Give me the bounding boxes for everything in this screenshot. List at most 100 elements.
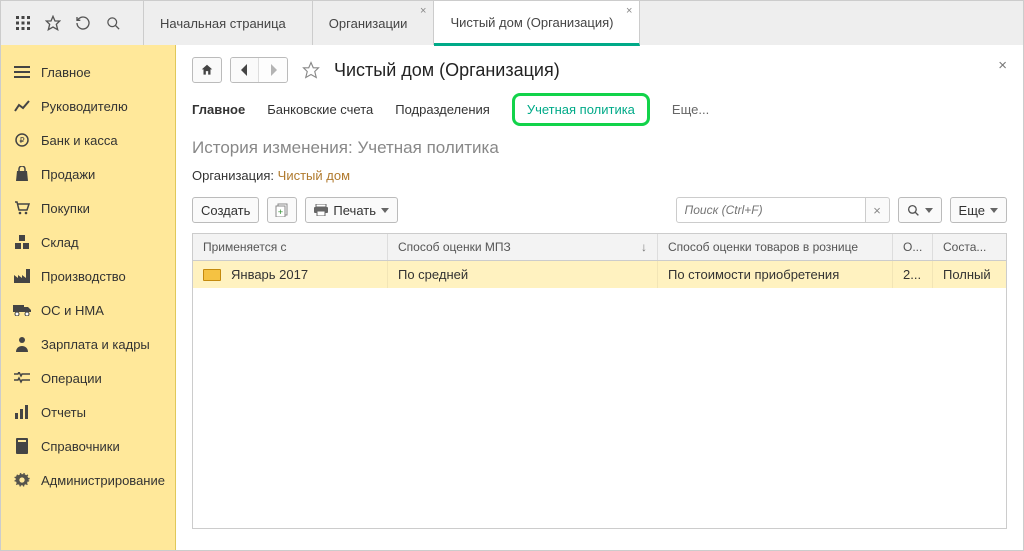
- subtab-main[interactable]: Главное: [192, 102, 245, 117]
- top-icon-row: [1, 15, 135, 31]
- sidebar-item-manager[interactable]: Руководителю: [1, 89, 175, 123]
- tab-label: Начальная страница: [160, 16, 286, 31]
- create-button[interactable]: Создать: [192, 197, 259, 223]
- chevron-down-icon: [990, 208, 998, 213]
- sidebar-item-assets[interactable]: ОС и НМА: [1, 293, 175, 327]
- tab-label: Организации: [329, 16, 408, 31]
- cell-mpz: По средней: [388, 261, 658, 288]
- cell-o: 2...: [893, 261, 933, 288]
- home-button[interactable]: [192, 57, 222, 83]
- cell-retail: По стоимости приобретения: [658, 261, 893, 288]
- col-retail-header[interactable]: Способ оценки товаров в рознице: [658, 234, 893, 260]
- subtab-bank-accounts[interactable]: Банковские счета: [267, 102, 373, 117]
- table-empty-area: [193, 288, 1006, 528]
- coin-icon: ₽: [13, 131, 31, 149]
- apps-icon[interactable]: [15, 15, 31, 31]
- chart-icon: [13, 97, 31, 115]
- more-button[interactable]: Еще: [950, 197, 1007, 223]
- subtab-row: Главное Банковские счета Подразделения У…: [192, 93, 1007, 126]
- bars-icon: [13, 403, 31, 421]
- person-icon: [13, 335, 31, 353]
- main-header: Чистый дом (Организация): [192, 57, 1007, 83]
- sidebar-item-hr[interactable]: Зарплата и кадры: [1, 327, 175, 361]
- subtab-accounting-policy[interactable]: Учетная политика: [512, 93, 650, 126]
- bag-icon: [13, 165, 31, 183]
- sidebar-item-label: Производство: [41, 269, 126, 284]
- copy-button[interactable]: +: [267, 197, 297, 223]
- print-button-label: Печать: [333, 203, 376, 218]
- top-bar: Начальная страница Организации × Чистый …: [1, 1, 1023, 45]
- tab-strip: Начальная страница Организации × Чистый …: [143, 1, 640, 45]
- back-button[interactable]: [231, 58, 259, 82]
- boxes-icon: [13, 233, 31, 251]
- sidebar-item-label: Главное: [41, 65, 91, 80]
- clear-search-button[interactable]: ×: [866, 197, 890, 223]
- svg-text:+: +: [278, 207, 283, 217]
- favorite-star-icon[interactable]: [302, 61, 320, 79]
- sidebar-item-label: Покупки: [41, 201, 90, 216]
- sidebar-item-label: Отчеты: [41, 405, 86, 420]
- organization-value[interactable]: Чистый дом: [278, 168, 350, 183]
- cell-sost: Полный: [933, 261, 1006, 288]
- col-mpz-label: Способ оценки МПЗ: [398, 240, 511, 254]
- chevron-down-icon: [925, 208, 933, 213]
- search-icon[interactable]: [105, 15, 121, 31]
- sidebar-item-label: Справочники: [41, 439, 120, 454]
- menu-icon: [13, 63, 31, 81]
- organization-line: Организация: Чистый дом: [192, 168, 1007, 183]
- table-row[interactable]: Январь 2017 По средней По стоимости прио…: [193, 261, 1006, 288]
- close-panel-icon[interactable]: ×: [998, 57, 1007, 74]
- sidebar-item-bank[interactable]: ₽ Банк и касса: [1, 123, 175, 157]
- close-icon[interactable]: ×: [626, 6, 632, 17]
- sidebar-item-sales[interactable]: Продажи: [1, 157, 175, 191]
- create-button-label: Создать: [201, 203, 250, 218]
- document-icon: [203, 269, 221, 281]
- sidebar-item-label: Руководителю: [41, 99, 128, 114]
- history-icon[interactable]: [75, 15, 91, 31]
- sidebar-item-main[interactable]: Главное: [1, 55, 175, 89]
- more-button-label: Еще: [959, 203, 985, 218]
- sidebar-item-operations[interactable]: Операции: [1, 361, 175, 395]
- cell-date: Январь 2017: [231, 267, 308, 282]
- policy-table: Применяется с Способ оценки МПЗ ↓ Способ…: [192, 233, 1007, 529]
- sidebar-item-directories[interactable]: Справочники: [1, 429, 175, 463]
- col-mpz-header[interactable]: Способ оценки МПЗ ↓: [388, 234, 658, 260]
- sidebar-item-label: Зарплата и кадры: [41, 337, 150, 352]
- page-title: Чистый дом (Организация): [334, 60, 560, 81]
- search-input[interactable]: [676, 197, 866, 223]
- operations-icon: [13, 369, 31, 387]
- tab-organization-detail[interactable]: Чистый дом (Организация) ×: [434, 1, 640, 46]
- sidebar-item-admin[interactable]: Администрирование: [1, 463, 175, 497]
- sidebar-item-label: Склад: [41, 235, 79, 250]
- table-header-row: Применяется с Способ оценки МПЗ ↓ Способ…: [193, 234, 1006, 261]
- col-date-header[interactable]: Применяется с: [193, 234, 388, 260]
- sort-arrow-icon: ↓: [641, 240, 647, 254]
- forward-button[interactable]: [259, 58, 287, 82]
- sidebar-item-label: Банк и касса: [41, 133, 118, 148]
- tab-label: Чистый дом (Организация): [450, 15, 613, 30]
- search-box: ×: [676, 197, 890, 223]
- gear-icon: [13, 471, 31, 489]
- col-sost-header[interactable]: Соста...: [933, 234, 1006, 260]
- search-dropdown-button[interactable]: [898, 197, 942, 223]
- svg-text:₽: ₽: [19, 136, 24, 145]
- sidebar-item-production[interactable]: Производство: [1, 259, 175, 293]
- section-subtitle: История изменения: Учетная политика: [192, 138, 1007, 158]
- close-icon[interactable]: ×: [420, 6, 426, 17]
- sidebar-item-reports[interactable]: Отчеты: [1, 395, 175, 429]
- col-o-header[interactable]: О...: [893, 234, 933, 260]
- nav-buttons: [230, 57, 288, 83]
- subtab-departments[interactable]: Подразделения: [395, 102, 490, 117]
- sidebar-item-label: Продажи: [41, 167, 95, 182]
- subtab-more[interactable]: Еще...: [672, 102, 709, 117]
- tab-organizations[interactable]: Организации ×: [313, 1, 435, 45]
- truck-icon: [13, 301, 31, 319]
- print-button[interactable]: Печать: [305, 197, 398, 223]
- sidebar-item-warehouse[interactable]: Склад: [1, 225, 175, 259]
- chevron-down-icon: [381, 208, 389, 213]
- tab-home[interactable]: Начальная страница: [143, 1, 313, 45]
- sidebar-item-purchases[interactable]: Покупки: [1, 191, 175, 225]
- cart-icon: [13, 199, 31, 217]
- sidebar-item-label: Операции: [41, 371, 102, 386]
- star-icon[interactable]: [45, 15, 61, 31]
